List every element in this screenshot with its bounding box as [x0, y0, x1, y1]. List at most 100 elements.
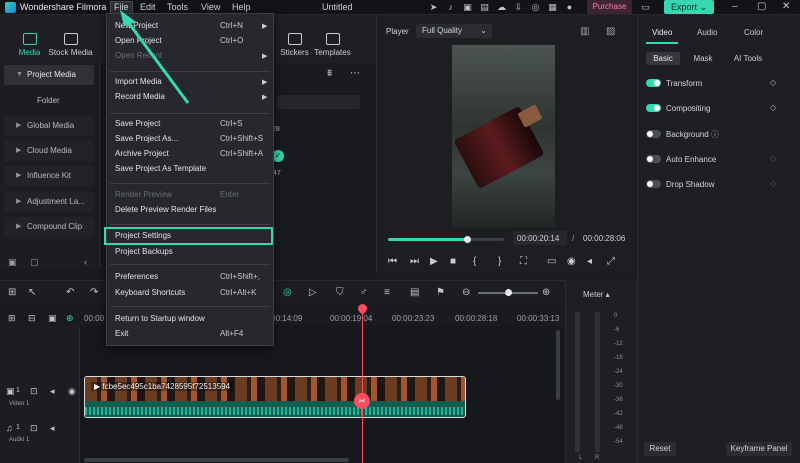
subtab-basic[interactable]: Basic: [646, 52, 680, 65]
menu-item-save-project-as[interactable]: Save Project As...: [115, 134, 178, 143]
menu-item-delete-preview-render-files[interactable]: Delete Preview Render Files: [115, 205, 216, 214]
compositing-toggle[interactable]: [646, 104, 661, 112]
tab-audio[interactable]: Audio: [697, 28, 717, 37]
purchase-button[interactable]: Purchase: [587, 0, 632, 14]
playhead[interactable]: [362, 304, 363, 463]
subtab-mask[interactable]: Mask: [687, 52, 719, 65]
vertical-scrollbar[interactable]: [556, 330, 560, 400]
lock-icon[interactable]: ⊡: [30, 386, 38, 397]
menu-view[interactable]: View: [201, 2, 220, 12]
render-monitor-icon[interactable]: ▭: [547, 256, 556, 267]
sidebar-item-adjustment-layer[interactable]: ▶ Adjustment La...: [4, 192, 94, 212]
tab-color[interactable]: Color: [744, 28, 763, 37]
zoom-handle[interactable]: [505, 289, 512, 296]
background-toggle[interactable]: [646, 130, 661, 138]
clip-icon[interactable]: ▤: [410, 287, 419, 298]
menu-item-new-project[interactable]: New Project: [115, 21, 158, 30]
more-icon[interactable]: ⋯: [350, 68, 360, 79]
keyframe-diamond-icon[interactable]: ◇: [770, 78, 776, 87]
scissors-icon[interactable]: ✂: [354, 393, 370, 409]
magnet-icon[interactable]: ▣: [48, 313, 57, 324]
export-button[interactable]: Export ⌄: [664, 0, 714, 14]
render-icon[interactable]: ▷: [309, 287, 317, 298]
fullscreen-icon[interactable]: ⛶: [520, 256, 527, 267]
eye-icon[interactable]: ◉: [68, 386, 76, 397]
layout-icon[interactable]: ▭: [640, 2, 651, 13]
lock-icon[interactable]: ⊡: [30, 423, 38, 434]
download-icon[interactable]: ⇩: [513, 2, 524, 13]
headset-icon[interactable]: ◎: [530, 2, 541, 13]
play-icon[interactable]: ▶: [430, 256, 438, 267]
horizontal-scrollbar[interactable]: [84, 458, 349, 462]
select-tool-icon[interactable]: ↖: [28, 287, 36, 298]
zoom-in-icon[interactable]: ⊕: [542, 287, 550, 298]
menu-edit[interactable]: Edit: [140, 2, 156, 12]
keyframe-diamond-icon[interactable]: ◇: [770, 179, 776, 188]
menu-help[interactable]: Help: [232, 2, 251, 12]
maximize-icon[interactable]: ▢: [757, 1, 766, 12]
ai-smart-icon[interactable]: ◎: [283, 287, 292, 298]
tab-video[interactable]: Video: [652, 28, 672, 37]
camera-icon[interactable]: ◉: [567, 256, 576, 267]
bell-icon[interactable]: ♪: [445, 2, 456, 13]
menu-item-save-project-as-template[interactable]: Save Project As Template: [115, 164, 206, 173]
grid-icon[interactable]: ▦: [547, 2, 558, 13]
undo-icon[interactable]: ↶: [66, 287, 74, 298]
prev-frame-icon[interactable]: ⏮: [388, 256, 397, 267]
transform-toggle[interactable]: [646, 79, 661, 87]
sidebar-item-global-media[interactable]: ▶ Global Media: [4, 116, 94, 136]
link-icon[interactable]: ⊟: [28, 313, 36, 324]
progress-handle[interactable]: [463, 236, 471, 243]
menu-item-keyboard-shortcuts[interactable]: Keyboard Shortcuts: [115, 288, 185, 297]
playback-progress[interactable]: [388, 238, 504, 241]
search-input[interactable]: [277, 95, 360, 109]
cloud-icon[interactable]: ☁: [496, 2, 507, 13]
microphone-icon[interactable]: ♂: [360, 287, 368, 298]
info-icon[interactable]: ⓘ: [711, 129, 719, 140]
volume-icon[interactable]: ◂: [587, 256, 592, 267]
snap-icon[interactable]: ⊕: [66, 313, 74, 324]
sidebar-item-influence-kit[interactable]: ▶ Influence Kit: [4, 166, 94, 186]
menu-item-save-project[interactable]: Save Project: [115, 119, 160, 128]
menu-item-return-to-startup-window[interactable]: Return to Startup window: [115, 314, 205, 323]
gift-icon[interactable]: ▣: [462, 2, 473, 13]
keyframe-diamond-icon[interactable]: ◇: [770, 154, 776, 163]
menu-item-open-project[interactable]: Open Project: [115, 36, 162, 45]
zoom-out-icon[interactable]: ⊖: [462, 287, 470, 298]
menu-item-import-media[interactable]: Import Media: [115, 77, 162, 86]
sidebar-item-compound-clip[interactable]: ▶ Compound Clip: [4, 217, 94, 237]
quality-select[interactable]: Full Quality ⌄: [416, 24, 492, 38]
mark-in-icon[interactable]: {: [473, 256, 476, 267]
mute-icon[interactable]: ◂: [50, 423, 55, 434]
video-clip[interactable]: ▶ fcbe5ec495c1ba7428595f72513594: [84, 376, 466, 418]
mute-icon[interactable]: ◂: [50, 386, 55, 397]
menu-item-archive-project[interactable]: Archive Project: [115, 149, 169, 158]
add-track-icon[interactable]: ⊞: [8, 313, 16, 324]
send-icon[interactable]: ➤: [428, 2, 439, 13]
drop-shadow-toggle[interactable]: [646, 180, 661, 188]
redo-icon[interactable]: ↷: [90, 287, 98, 298]
keyframe-diamond-icon[interactable]: ◇: [770, 103, 776, 112]
marker-icon[interactable]: ⚑: [436, 287, 445, 298]
keyframe-panel-button[interactable]: Keyframe Panel: [726, 442, 792, 456]
menu-item-preferences[interactable]: Preferences: [115, 272, 158, 281]
stop-icon[interactable]: ■: [450, 256, 456, 267]
avatar-icon[interactable]: ●: [564, 2, 575, 13]
collapse-icon[interactable]: ‹: [84, 257, 87, 267]
subtab-ai-tools[interactable]: AI Tools: [728, 52, 768, 65]
sidebar-item-project-media[interactable]: ▼ Project Media: [4, 65, 94, 85]
grid-layout-icon[interactable]: ⊞: [8, 287, 16, 298]
folder-icon[interactable]: ▢: [30, 257, 39, 268]
next-frame-icon[interactable]: ⏭: [410, 256, 419, 267]
menu-item-exit[interactable]: Exit: [115, 329, 128, 338]
filter-icon[interactable]: ⩩: [327, 68, 332, 79]
toolbar-stock-media[interactable]: Stock Media: [48, 33, 93, 57]
menu-tools[interactable]: Tools: [167, 2, 188, 12]
close-icon[interactable]: ✕: [782, 1, 790, 12]
expand-icon[interactable]: ⤢: [607, 256, 615, 267]
snapshot-image-icon[interactable]: ▨: [606, 26, 615, 37]
image-icon[interactable]: ▤: [479, 2, 490, 13]
meter-label[interactable]: Meter ▴: [583, 290, 610, 299]
toolbar-media[interactable]: Media: [7, 33, 52, 57]
split-icon[interactable]: ≡: [384, 287, 390, 298]
